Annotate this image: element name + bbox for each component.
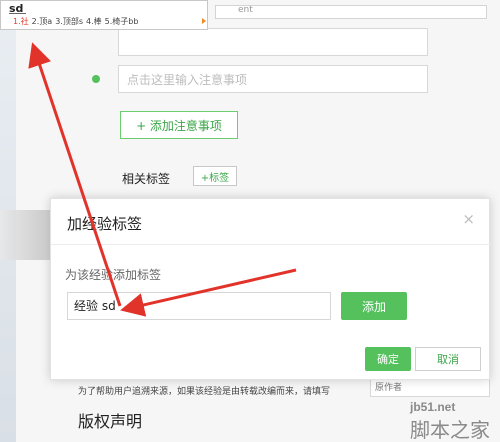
close-icon[interactable]: × [462, 212, 475, 227]
original-author-field[interactable]: 原作者 [370, 379, 490, 397]
add-tag-dialog: 加经验标签 × 为该经验添加标签 经验 sd 添加 确定 取消 [50, 198, 491, 380]
add-button[interactable]: 添加 [341, 292, 407, 320]
ime-candidate[interactable]: 5.椅子bb [105, 16, 139, 27]
ime-candidate[interactable]: 4.棒 [86, 16, 102, 27]
ime-input-bar-text: ent [238, 5, 253, 15]
watermark-text: 脚本之家 [410, 418, 490, 442]
ime-composition-underline [9, 13, 26, 14]
ime-input-bar [215, 5, 487, 19]
copyright-title: 版权声明 [78, 414, 143, 431]
green-dot-icon [92, 75, 100, 83]
dialog-prompt: 为该经验添加标签 [65, 268, 162, 282]
notice-row: 点击这里输入注意事项 [92, 64, 428, 94]
add-notice-button[interactable]: + 添加注意事项 [120, 111, 238, 139]
watermark-domain: jb51.net [410, 400, 456, 414]
add-tag-button[interactable]: +标签 [193, 166, 237, 186]
cancel-button[interactable]: 取消 [415, 347, 481, 371]
ime-candidate[interactable]: 3.顶部s [55, 16, 83, 27]
tag-input[interactable]: 经验 sd [67, 292, 331, 320]
footer-note: 为了帮助用户追溯来源，如果该经验是由转载改编而来，请填写 [78, 386, 331, 396]
dialog-divider [51, 244, 491, 245]
ime-candidate[interactable]: 2.顶a [32, 16, 53, 27]
dialog-title: 加经验标签 [67, 215, 143, 233]
ime-candidates: 1.社 2.顶a 3.顶部s 4.棒 5.椅子bb [13, 16, 138, 27]
ime-candidate-window: sd 1.社 2.顶a 3.顶部s 4.棒 5.椅子bb [0, 0, 208, 30]
ime-next-page-icon[interactable] [202, 18, 206, 24]
notice-input[interactable]: 点击这里输入注意事项 [118, 65, 428, 93]
confirm-button[interactable]: 确定 [365, 347, 411, 371]
related-tags-label: 相关标签 [122, 172, 171, 186]
ime-candidate[interactable]: 1.社 [13, 16, 29, 27]
notice-input-top[interactable] [118, 28, 428, 56]
